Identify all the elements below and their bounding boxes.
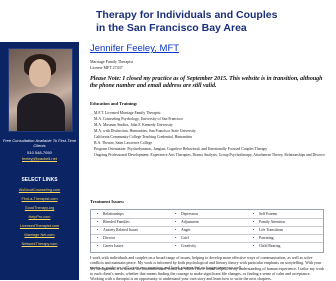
treatment-item: Divorce xyxy=(95,235,115,241)
treatment-item: Creativity xyxy=(173,243,196,249)
treatment-item: Self Esteem xyxy=(251,211,277,217)
treatment-item: Grief xyxy=(173,235,189,241)
treatment-item: Relationships xyxy=(95,211,124,217)
treatment-item: Child Rearing xyxy=(251,243,280,249)
education-item: M.A. Museum Studies, John F. Kennedy Uni… xyxy=(94,123,326,127)
education-item: M.F.T. Licensed Marriage Family Therapis… xyxy=(94,111,326,115)
treatment-heading: Treatment Issues: xyxy=(90,199,125,204)
background-paragraph: My background is in drama, the humanitie… xyxy=(90,266,325,276)
therapist-subtitle: Marriage Family Therapist xyxy=(90,59,134,64)
main-content: Jennifer Feeley, MFT Marriage Family The… xyxy=(84,42,332,281)
sidebar: Free Consultation Available To First-Tim… xyxy=(0,42,79,280)
treatment-item: Parenting xyxy=(251,235,274,241)
select-links-heading: SELECT LINKS xyxy=(21,177,58,183)
sidebar-link[interactable]: NetworkTherapy.com xyxy=(0,242,79,246)
education-item: M.A. Counseling Psychology, University o… xyxy=(94,117,326,121)
practice-closed-notice: Please Note: I closed my practice as of … xyxy=(90,76,323,89)
treatment-item: Adjustment xyxy=(173,219,199,225)
phone-number: 510 548-7050 xyxy=(27,150,52,155)
treatment-item: Blended Families xyxy=(95,219,130,225)
closing-paragraph: Working with a therapist is an opportuni… xyxy=(90,276,272,281)
education-item: California Community College Teaching Cr… xyxy=(94,135,326,139)
page-header: Therapy for Individuals and Couples in t… xyxy=(0,0,336,42)
sidebar-link[interactable]: Marriage Net.com xyxy=(0,233,79,237)
education-item: Program Orientation: Psychodynamic, Jung… xyxy=(94,147,326,151)
sidebar-link[interactable]: Find-a-Therapist.com xyxy=(0,197,79,201)
treatment-item: Career Issues xyxy=(95,243,123,249)
sidebar-link[interactable]: AllAboutCounseling.com xyxy=(0,188,79,192)
treatment-item: Anger xyxy=(173,227,191,233)
sidebar-link[interactable]: GoodTherapy.org xyxy=(0,206,79,210)
site-title-line-2: in the San Francisco Bay Area xyxy=(96,22,247,34)
consultation-note: Free Consultation Available To First-Tim… xyxy=(2,138,77,148)
therapist-name: Jennifer Feeley, MFT xyxy=(90,43,180,54)
education-item: M.A. with Distinction, Humanities, San F… xyxy=(94,129,326,133)
treatment-item: Anxiety Related Issues xyxy=(95,227,138,233)
treatment-table: Relationships Depression Self Esteem Ble… xyxy=(90,209,324,253)
education-item: B.A. Theatre, Saint Lawrence College xyxy=(94,141,326,145)
site-title-line-1: Therapy for Individuals and Couples xyxy=(96,9,278,21)
sidebar-link[interactable]: LicensedTherapist.com xyxy=(0,224,79,228)
sidebar-link[interactable]: HelpPro.com xyxy=(0,215,79,219)
email-link[interactable]: feeleyj@pacbell.net xyxy=(0,156,79,161)
treatment-item: Family Attention xyxy=(251,219,285,225)
treatment-item: Life Transitions xyxy=(251,227,283,233)
license-number: License MFT 27437 xyxy=(90,65,123,70)
therapist-photo xyxy=(8,48,73,132)
treatment-item: Depression xyxy=(173,211,198,217)
education-heading: Education and Training: xyxy=(90,101,138,106)
education-item: Ongoing Professional Development: Experi… xyxy=(94,153,326,157)
